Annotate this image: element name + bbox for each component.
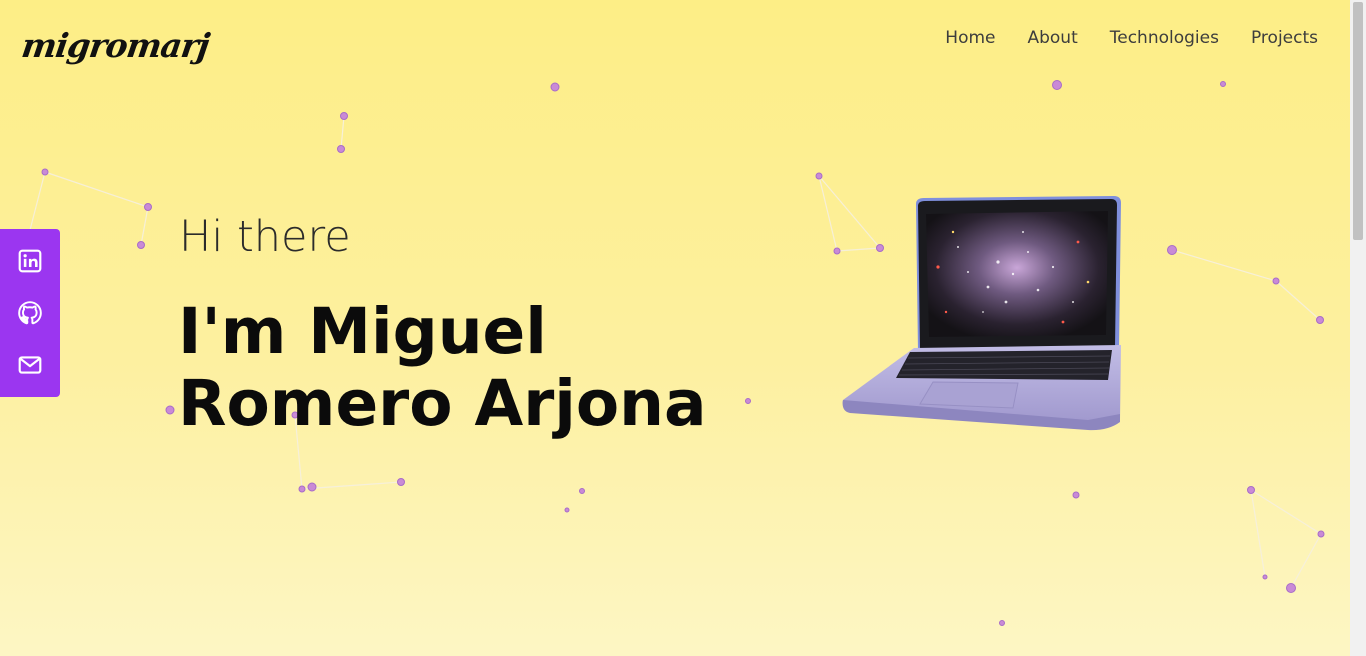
main-navigation: Home About Technologies Projects (945, 28, 1318, 48)
hero-name-line1: I'm Miguel (178, 295, 547, 368)
mail-icon (18, 356, 42, 374)
nav-about-link[interactable]: About (1027, 28, 1077, 48)
mail-link[interactable] (17, 352, 43, 378)
nav-home-link[interactable]: Home (945, 28, 995, 48)
hero-greeting: Hi there (179, 212, 351, 262)
github-link[interactable] (17, 300, 43, 326)
social-sidebar (0, 229, 60, 397)
nav-technologies-link[interactable]: Technologies (1110, 28, 1219, 48)
github-icon (18, 301, 42, 325)
laptop-illustration (842, 196, 1121, 431)
hero-name-line2: Romero Arjona (178, 367, 707, 440)
site-logo[interactable]: migromarj (19, 26, 211, 65)
linkedin-link[interactable] (17, 248, 43, 274)
hero-name: I'm Miguel Romero Arjona (178, 296, 798, 440)
nav-projects-link[interactable]: Projects (1251, 28, 1318, 48)
page-scrollbar[interactable] (1350, 0, 1366, 656)
linkedin-icon (18, 249, 42, 273)
scrollbar-thumb[interactable] (1353, 2, 1363, 240)
